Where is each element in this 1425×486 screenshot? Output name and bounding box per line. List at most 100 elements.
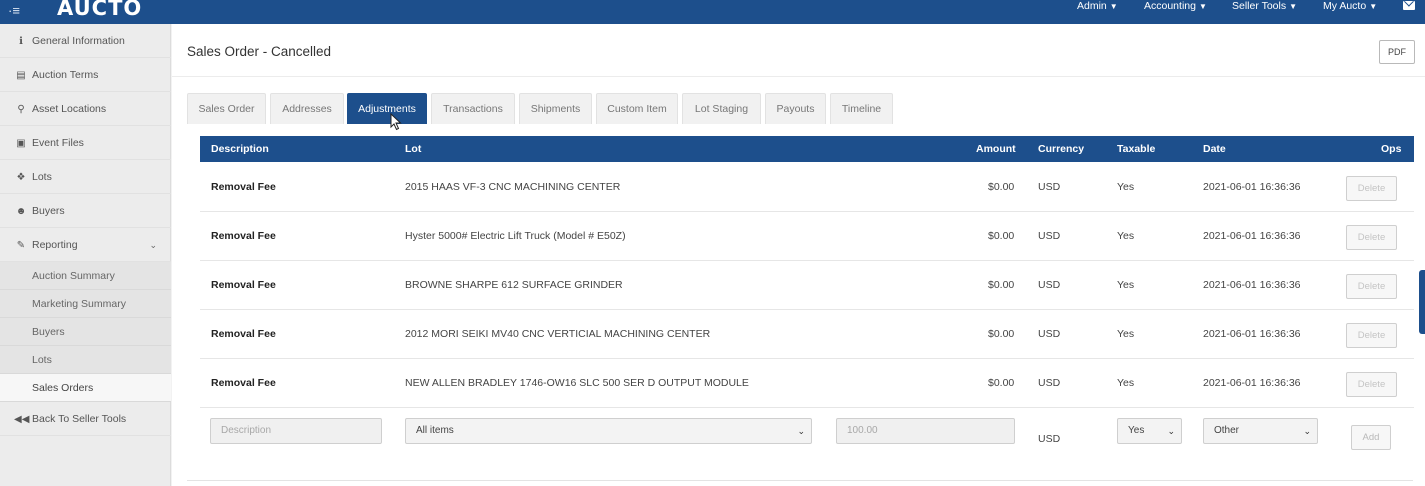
caret-down-icon: ▼	[1289, 2, 1298, 11]
col-lot: Lot	[405, 143, 422, 155]
add-button[interactable]: Add	[1351, 425, 1391, 450]
sidebar-item-auction-terms[interactable]: ▤ Auction Terms	[0, 58, 171, 92]
scrollbar-handle[interactable]	[1419, 270, 1425, 334]
sidebar-item-reporting[interactable]: ✎ Reporting ⌄	[0, 228, 171, 262]
caret-down-icon: ▼	[1109, 2, 1118, 11]
tab-addresses[interactable]: Addresses	[270, 93, 344, 124]
table-row: Removal Fee 2012 MORI SEIKI MV40 CNC VER…	[200, 310, 1414, 359]
fast-backward-icon: ◀◀	[14, 414, 30, 425]
table-header: Description Lot Amount Currency Taxable …	[200, 136, 1414, 162]
cell-description: Removal Fee	[211, 181, 276, 193]
sidebar-subitem-marketing-summary[interactable]: Marketing Summary	[0, 290, 171, 318]
chevron-down-icon: ⌄	[1303, 426, 1311, 436]
table-row: Removal Fee NEW ALLEN BRADLEY 1746-OW16 …	[200, 359, 1414, 408]
taxable-select[interactable]: Yes ⌄	[1117, 418, 1182, 444]
pdf-button[interactable]: PDF	[1379, 40, 1415, 64]
cell-amount: $0.00	[988, 230, 1015, 242]
amount-input[interactable]: 100.00	[836, 418, 1015, 444]
nav-menu-seller-tools[interactable]: Seller Tools ▼	[1232, 0, 1297, 12]
sidebar-subitem-lots[interactable]: Lots	[0, 346, 171, 374]
type-select[interactable]: Other ⌄	[1203, 418, 1318, 444]
sidebar-item-event-files[interactable]: ▣ Event Files	[0, 126, 171, 160]
divider	[172, 76, 1425, 77]
sidebar-subitem-sales-orders[interactable]: Sales Orders	[0, 374, 171, 402]
lot-select[interactable]: All items ⌄	[405, 418, 812, 444]
top-navbar: ·≡ AUCTO Admin ▼ Accounting ▼ Seller Tools…	[0, 0, 1425, 24]
caret-down-icon: ▼	[1198, 2, 1207, 11]
info-icon: ℹ	[19, 36, 23, 47]
chevron-down-icon: ⌄	[797, 426, 805, 436]
chevron-down-icon: ⌄	[149, 240, 157, 250]
sidebar-subitem-auction-summary[interactable]: Auction Summary	[0, 262, 171, 290]
tab-timeline[interactable]: Timeline	[830, 93, 893, 124]
cell-currency: USD	[1038, 181, 1061, 193]
page-title: Sales Order - Cancelled	[187, 44, 332, 59]
nav-menu-admin[interactable]: Admin ▼	[1077, 0, 1118, 12]
cell-date: 2021-06-01 16:36:36	[1203, 230, 1301, 242]
cell-currency: USD	[1038, 328, 1061, 340]
cell-amount: $0.00	[988, 181, 1015, 193]
cell-lot: 2015 HAAS VF-3 CNC MACHINING CENTER	[405, 181, 621, 193]
cell-date: 2021-06-01 16:36:36	[1203, 279, 1301, 291]
aucto-logo[interactable]: AUCTO	[57, 0, 142, 20]
tab-shipments[interactable]: Shipments	[519, 93, 592, 124]
nav-menu-accounting[interactable]: Accounting ▼	[1144, 0, 1207, 12]
col-description: Description	[211, 143, 269, 155]
menu-toggle-icon[interactable]: ·≡	[8, 3, 20, 18]
description-input[interactable]: Description	[210, 418, 382, 444]
tab-sales-order[interactable]: Sales Order	[187, 93, 266, 124]
sidebar-item-general-information[interactable]: ℹ General Information	[0, 24, 171, 58]
sidebar-item-back-to-seller-tools[interactable]: ◀◀ Back To Seller Tools	[0, 402, 171, 436]
cell-date: 2021-06-01 16:36:36	[1203, 328, 1301, 340]
col-amount: Amount	[976, 143, 1016, 155]
nav-menu-my-aucto[interactable]: My Aucto ▼	[1323, 0, 1377, 12]
cell-lot: BROWNE SHARPE 612 SURFACE GRINDER	[405, 279, 623, 291]
main-content: Sales Order - Cancelled PDF Sales Order …	[172, 24, 1425, 486]
tab-transactions[interactable]: Transactions	[431, 93, 515, 124]
sidebar-subitem-buyers[interactable]: Buyers	[0, 318, 171, 346]
tab-adjustments[interactable]: Adjustments	[347, 93, 427, 124]
col-currency: Currency	[1038, 143, 1085, 155]
tab-lot-staging[interactable]: Lot Staging	[682, 93, 761, 124]
envelope-icon[interactable]	[1403, 1, 1415, 10]
cell-taxable: Yes	[1117, 328, 1135, 340]
sidebar-item-lots[interactable]: ❖ Lots	[0, 160, 171, 194]
delete-button[interactable]: Delete	[1346, 372, 1397, 397]
cell-description: Removal Fee	[211, 377, 276, 389]
cell-currency: USD	[1038, 230, 1061, 242]
table-row: Removal Fee 2015 HAAS VF-3 CNC MACHINING…	[200, 163, 1414, 212]
cell-lot: NEW ALLEN BRADLEY 1746-OW16 SLC 500 SER …	[405, 377, 749, 389]
cell-amount: $0.00	[988, 377, 1015, 389]
document-icon: ▤	[16, 70, 26, 81]
image-icon: ▣	[16, 138, 26, 149]
cell-description: Removal Fee	[211, 328, 276, 340]
delete-button[interactable]: Delete	[1346, 225, 1397, 250]
cell-lot: Hyster 5000# Electric Lift Truck (Model …	[405, 230, 626, 242]
cell-date: 2021-06-01 16:36:36	[1203, 181, 1301, 193]
cell-currency: USD	[1038, 377, 1061, 389]
delete-button[interactable]: Delete	[1346, 176, 1397, 201]
cell-taxable: Yes	[1117, 279, 1135, 291]
cell-taxable: Yes	[1117, 377, 1135, 389]
caret-down-icon: ▼	[1369, 2, 1378, 11]
cubes-icon: ❖	[16, 172, 26, 183]
tab-payouts[interactable]: Payouts	[765, 93, 826, 124]
delete-button[interactable]: Delete	[1346, 323, 1397, 348]
cell-currency: USD	[1038, 279, 1061, 291]
divider	[187, 480, 1413, 481]
sidebar-item-buyers[interactable]: ☻ Buyers	[0, 194, 171, 228]
users-icon: ☻	[15, 206, 27, 217]
pencil-icon: ✎	[16, 240, 26, 251]
cell-taxable: Yes	[1117, 181, 1135, 193]
sidebar-item-asset-locations[interactable]: ⚲ Asset Locations	[0, 92, 171, 126]
table-row: Removal Fee BROWNE SHARPE 612 SURFACE GR…	[200, 261, 1414, 310]
cell-description: Removal Fee	[211, 279, 276, 291]
mouse-cursor-icon	[390, 113, 402, 131]
table-row: Removal Fee Hyster 5000# Electric Lift T…	[200, 212, 1414, 261]
cell-taxable: Yes	[1117, 230, 1135, 242]
tab-custom-item[interactable]: Custom Item	[596, 93, 678, 124]
cell-amount: $0.00	[988, 279, 1015, 291]
cell-description: Removal Fee	[211, 230, 276, 242]
currency-label: USD	[1038, 433, 1061, 445]
delete-button[interactable]: Delete	[1346, 274, 1397, 299]
